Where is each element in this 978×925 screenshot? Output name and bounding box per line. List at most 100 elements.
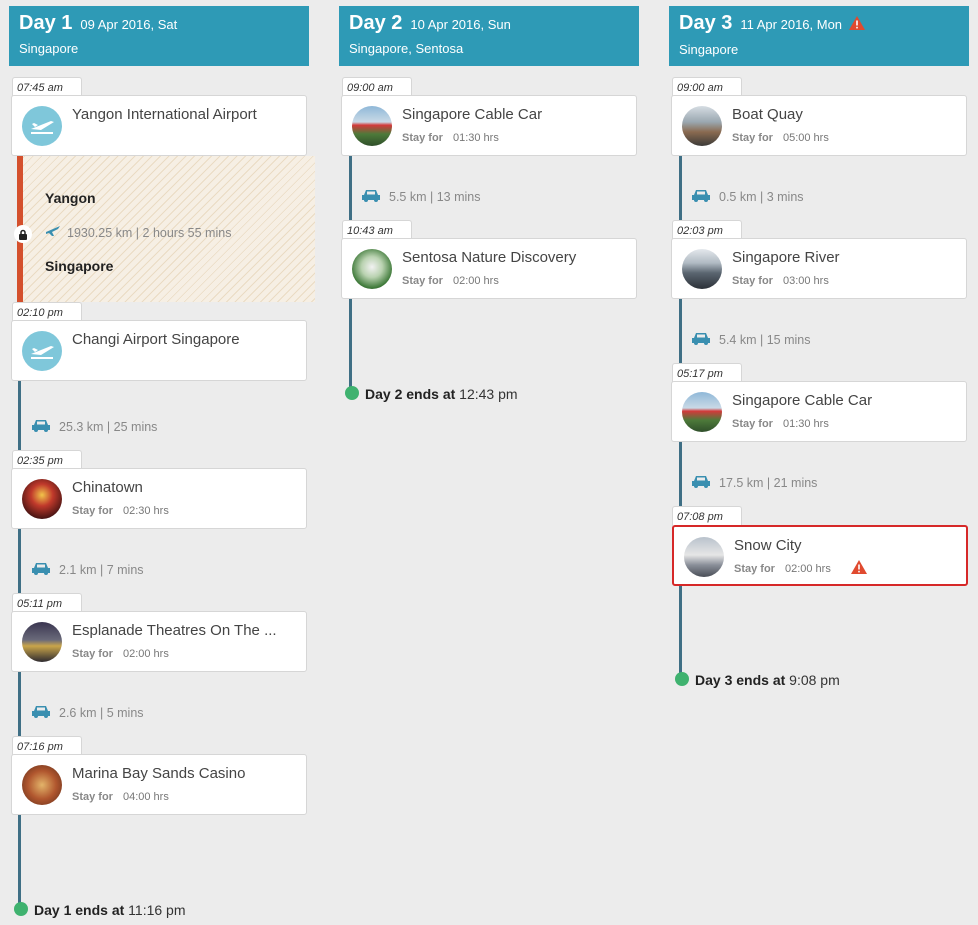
car-icon xyxy=(361,188,381,206)
day-header[interactable]: Day 2 10 Apr 2016, Sun Singapore, Sentosa xyxy=(339,6,639,66)
stop-time: 10:43 am xyxy=(342,220,412,240)
warning-icon[interactable] xyxy=(848,15,866,36)
stop-time: 09:00 am xyxy=(342,77,412,97)
car-icon xyxy=(691,188,711,206)
stop-card[interactable]: Singapore Cable Car Stay for 01:30 hrs xyxy=(341,95,637,156)
place-name: Marina Bay Sands Casino xyxy=(72,765,246,782)
stop-time: 02:10 pm xyxy=(12,302,82,322)
place-name: Changi Airport Singapore xyxy=(72,331,240,348)
transport-segment: 2.6 km | 5 mins xyxy=(31,704,144,722)
day-header[interactable]: Day 3 11 Apr 2016, Mon Singapore xyxy=(669,6,969,66)
cable-car-thumbnail xyxy=(682,392,722,432)
sentosa-thumbnail xyxy=(352,249,392,289)
transport-distance: 0.5 km | 3 mins xyxy=(719,190,804,204)
stop-card[interactable]: Yangon International Airport xyxy=(11,95,307,156)
day-date: 11 Apr 2016, Mon xyxy=(740,17,843,32)
place-name: Esplanade Theatres On The ... xyxy=(72,622,277,639)
lock-icon[interactable] xyxy=(14,225,32,243)
place-name: Singapore Cable Car xyxy=(732,392,873,409)
singapore-river-thumbnail xyxy=(682,249,722,289)
day-end-text: Day 1 ends at 11:16 pm xyxy=(34,902,186,918)
stop-card[interactable]: Esplanade Theatres On The ... Stay for 02… xyxy=(11,611,307,672)
day-3-column: Day 3 11 Apr 2016, Mon Singapore 09:00 am… xyxy=(669,6,969,921)
day-date: 10 Apr 2016, Sun xyxy=(410,17,511,32)
stop-time: 07:16 pm xyxy=(12,736,82,756)
day-city: Singapore xyxy=(19,41,79,56)
transport-distance: 25.3 km | 25 mins xyxy=(59,420,158,434)
stop-time: 05:17 pm xyxy=(672,363,742,383)
transport-distance: 2.1 km | 7 mins xyxy=(59,563,144,577)
transport-segment: 0.5 km | 3 mins xyxy=(691,188,804,206)
place-name: Yangon International Airport xyxy=(72,106,257,123)
stay-duration: Stay for 03:00 hrs xyxy=(732,275,829,287)
warning-icon[interactable] xyxy=(850,559,868,580)
stop-card-warning[interactable]: Snow City Stay for 02:00 hrs xyxy=(672,525,968,586)
day-end-text: Day 3 ends at 9:08 pm xyxy=(695,672,840,688)
day-end-dot xyxy=(345,386,359,400)
stay-duration: Stay for 01:30 hrs xyxy=(402,132,499,144)
car-icon xyxy=(691,331,711,349)
transport-segment: 2.1 km | 7 mins xyxy=(31,561,144,579)
day-end-dot xyxy=(14,902,28,916)
transport-distance: 2.6 km | 5 mins xyxy=(59,706,144,720)
place-name: Boat Quay xyxy=(732,106,803,123)
stop-time: 02:35 pm xyxy=(12,450,82,470)
place-name: Singapore River xyxy=(732,249,840,266)
stop-time: 05:11 pm xyxy=(12,593,82,613)
snow-city-thumbnail xyxy=(684,537,724,577)
esplanade-thumbnail xyxy=(22,622,62,662)
airport-icon xyxy=(22,331,62,371)
car-icon xyxy=(31,561,51,579)
cable-car-thumbnail xyxy=(352,106,392,146)
stop-card[interactable]: Singapore Cable Car Stay for 01:30 hrs xyxy=(671,381,967,442)
transport-distance: 5.5 km | 13 mins xyxy=(389,190,481,204)
stop-card[interactable]: Marina Bay Sands Casino Stay for 04:00 hr… xyxy=(11,754,307,815)
stop-time: 07:08 pm xyxy=(672,506,742,526)
stop-time: 09:00 am xyxy=(672,77,742,97)
transport-segment: 5.4 km | 15 mins xyxy=(691,331,810,349)
day-end-text: Day 2 ends at 12:43 pm xyxy=(365,386,518,402)
day-title: Day 3 xyxy=(679,12,733,34)
car-icon xyxy=(31,704,51,722)
car-icon xyxy=(31,418,51,436)
place-name: Sentosa Nature Discovery xyxy=(402,249,577,266)
airport-icon xyxy=(22,106,62,146)
flight-info: 1930.25 km | 2 hours 55 mins xyxy=(45,224,231,241)
stay-duration: Stay for 02:00 hrs xyxy=(402,275,499,287)
day-end-dot xyxy=(675,672,689,686)
stay-duration: Stay for 02:30 hrs xyxy=(72,505,169,517)
chinatown-thumbnail xyxy=(22,479,62,519)
stay-duration: Stay for 02:00 hrs xyxy=(734,563,831,575)
stop-card[interactable]: Changi Airport Singapore xyxy=(11,320,307,381)
day-date: 09 Apr 2016, Sat xyxy=(80,17,178,32)
boat-quay-thumbnail xyxy=(682,106,722,146)
transport-segment: 5.5 km | 13 mins xyxy=(361,188,480,206)
stop-time: 07:45 am xyxy=(12,77,82,97)
stay-duration: Stay for 02:00 hrs xyxy=(72,648,169,660)
day-header[interactable]: Day 1 09 Apr 2016, Sat Singapore xyxy=(9,6,309,66)
place-name: Chinatown xyxy=(72,479,143,496)
flight-distance-duration: 1930.25 km | 2 hours 55 mins xyxy=(67,225,232,240)
transport-segment: 17.5 km | 21 mins xyxy=(691,474,817,492)
day-title: Day 2 xyxy=(349,12,403,34)
casino-thumbnail xyxy=(22,765,62,805)
flight-destination: Singapore xyxy=(45,258,114,274)
transport-distance: 5.4 km | 15 mins xyxy=(719,333,811,347)
stay-duration: Stay for 01:30 hrs xyxy=(732,418,829,430)
day-city: Singapore, Sentosa xyxy=(349,41,464,56)
stay-duration: Stay for 04:00 hrs xyxy=(72,791,169,803)
day-city: Singapore xyxy=(679,42,739,57)
airplane-icon xyxy=(45,224,61,241)
stop-card[interactable]: Chinatown Stay for 02:30 hrs xyxy=(11,468,307,529)
car-icon xyxy=(691,474,711,492)
place-name: Snow City xyxy=(734,537,802,554)
stop-card[interactable]: Sentosa Nature Discovery Stay for 02:00 h… xyxy=(341,238,637,299)
flight-origin: Yangon xyxy=(45,190,96,206)
day-1-column: Day 1 09 Apr 2016, Sat Singapore Yangon 1… xyxy=(9,6,315,921)
stay-duration: Stay for 05:00 hrs xyxy=(732,132,829,144)
stop-card[interactable]: Boat Quay Stay for 05:00 hrs xyxy=(671,95,967,156)
day-title: Day 1 xyxy=(19,12,73,34)
stop-time: 02:03 pm xyxy=(672,220,742,240)
stop-card[interactable]: Singapore River Stay for 03:00 hrs xyxy=(671,238,967,299)
transport-segment: 25.3 km | 25 mins xyxy=(31,418,157,436)
